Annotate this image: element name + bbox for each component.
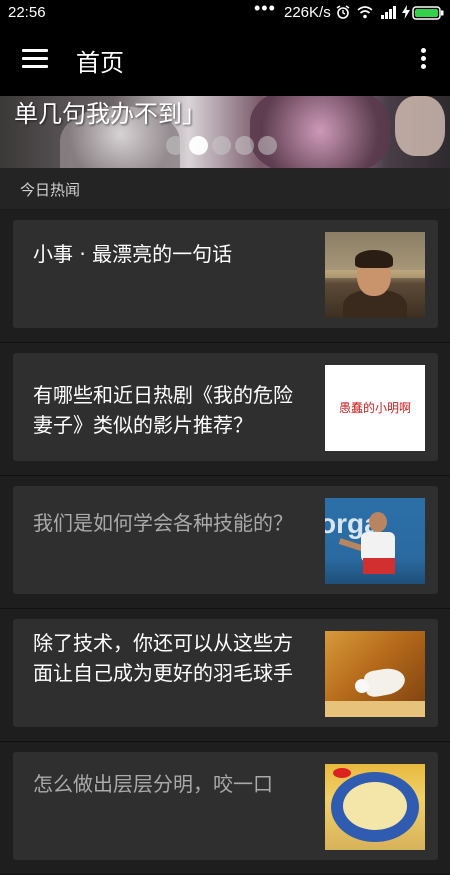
page-title: 首页 — [76, 49, 124, 77]
battery-icon — [412, 6, 444, 20]
feed-row: 除了技术，你还可以从这些方面让自己成为更好的羽毛球手 — [0, 609, 450, 742]
news-card-title: 有哪些和近日热剧《我的危险妻子》类似的影片推荐？ — [33, 383, 293, 437]
pager-dot-active[interactable] — [189, 136, 208, 155]
news-card-thumbnail — [325, 631, 425, 717]
news-card[interactable]: 怎么做出层层分明，咬一口 — [13, 752, 438, 860]
feed-row: 我们是如何学会各种技能的？ orga — [0, 476, 450, 609]
thumbnail-text: 愚蠢的小明啊 — [338, 401, 411, 415]
network-speed: 226K/s — [284, 4, 331, 21]
banner-image-figure — [395, 96, 445, 156]
signal-icon — [381, 6, 396, 19]
section-header: 今日热闻 — [0, 168, 450, 210]
news-card-title: 怎么做出层层分明，咬一口 — [33, 772, 273, 796]
news-card[interactable]: 小事 · 最漂亮的一句话 — [13, 220, 438, 328]
news-card[interactable]: 有哪些和近日热剧《我的危险妻子》类似的影片推荐？ 愚蠢的小明啊 — [13, 353, 438, 461]
pager-dot[interactable] — [235, 136, 254, 155]
top-story-banner[interactable]: 单几句我办不到」 — [0, 96, 450, 168]
section-title: 今日热闻 — [20, 181, 81, 199]
banner-caption: 单几句我办不到」 — [14, 100, 206, 128]
wifi-icon — [357, 6, 373, 19]
pager-dot[interactable] — [166, 136, 185, 155]
news-card-title: 除了技术，你还可以从这些方面让自己成为更好的羽毛球手 — [33, 631, 293, 685]
news-card-title: 小事 · 最漂亮的一句话 — [33, 242, 233, 266]
news-card-thumbnail — [325, 764, 425, 850]
news-card[interactable]: 除了技术，你还可以从这些方面让自己成为更好的羽毛球手 — [13, 619, 438, 727]
feed-row: 小事 · 最漂亮的一句话 — [0, 210, 450, 343]
clock: 22:56 — [8, 4, 46, 21]
feed-row: 有哪些和近日热剧《我的危险妻子》类似的影片推荐？ 愚蠢的小明啊 — [0, 343, 450, 476]
pager-dot[interactable] — [258, 136, 277, 155]
news-card-thumbnail — [325, 232, 425, 318]
pager-dot[interactable] — [212, 136, 231, 155]
banner-pager — [166, 136, 281, 156]
news-card-thumbnail: orga — [325, 498, 425, 584]
charging-icon — [402, 5, 410, 19]
app-bar: 首页 — [0, 26, 450, 96]
news-card[interactable]: 我们是如何学会各种技能的？ orga — [13, 486, 438, 594]
alarm-icon — [336, 5, 350, 19]
news-card-thumbnail: 愚蠢的小明啊 — [325, 365, 425, 451]
overflow-menu-icon[interactable] — [418, 48, 428, 74]
status-bar: 22:56 ••• 226K/s — [0, 0, 450, 26]
news-card-title: 我们是如何学会各种技能的？ — [33, 511, 293, 535]
notification-dots: ••• — [254, 0, 276, 18]
banner-image-figure — [250, 96, 390, 168]
feed-row: 怎么做出层层分明，咬一口 — [0, 742, 450, 875]
menu-icon[interactable] — [22, 49, 48, 71]
